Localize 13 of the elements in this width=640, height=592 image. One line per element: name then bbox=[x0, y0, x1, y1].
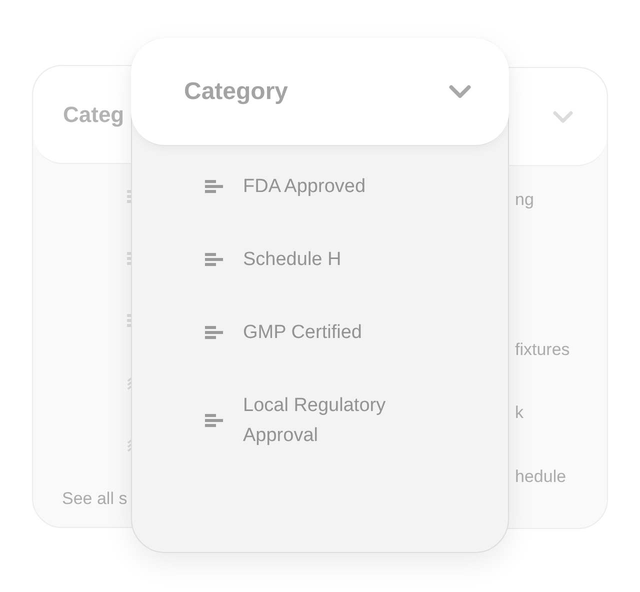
bars-icon bbox=[205, 253, 223, 267]
dropdown-option[interactable]: Local Regulatory Approval bbox=[243, 391, 433, 451]
chevron-down-icon bbox=[553, 110, 573, 122]
dropdown-option[interactable]: GMP Certified bbox=[243, 318, 362, 348]
bars-icon bbox=[205, 414, 223, 428]
category-dropdown[interactable]: Category bbox=[131, 38, 509, 146]
dropdown-option[interactable]: FDA Approved bbox=[243, 172, 366, 202]
chevron-down-icon bbox=[449, 84, 471, 98]
bars-icon bbox=[205, 326, 223, 340]
dropdown-option[interactable]: Schedule H bbox=[243, 245, 342, 275]
card-title: Categ bbox=[63, 102, 124, 128]
bars-icon bbox=[205, 180, 223, 194]
see-all-link[interactable]: See all s bbox=[33, 489, 128, 527]
